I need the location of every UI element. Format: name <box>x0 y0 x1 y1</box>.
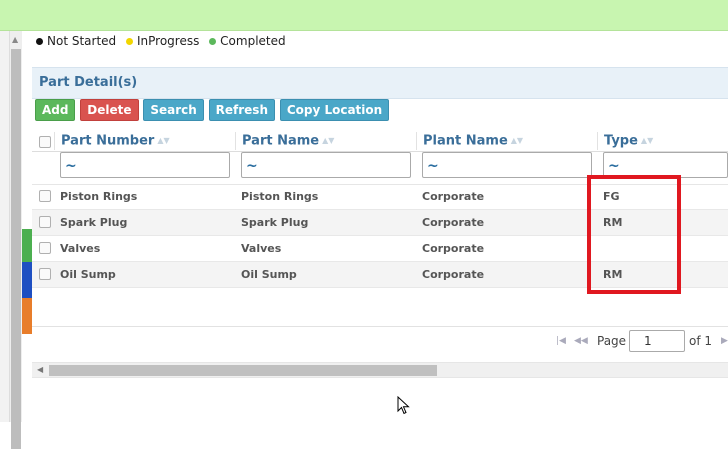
inprogress-dot-icon <box>125 37 133 45</box>
status-legend: Not Started InProgress Completed <box>36 34 292 48</box>
legend-not-started: Not Started <box>36 34 116 48</box>
not-started-dot-icon <box>36 37 43 45</box>
part-number-cell: Oil Sump <box>60 268 116 281</box>
vertical-scroll-thumb[interactable] <box>11 49 21 449</box>
part-number-cell: Valves <box>60 242 101 255</box>
row-checkbox[interactable] <box>39 242 51 254</box>
part-number-filter-input[interactable]: ~ <box>60 152 230 178</box>
search-button[interactable]: Search <box>143 99 204 121</box>
plant-name-cell: Corporate <box>422 216 485 229</box>
copy-location-button[interactable]: Copy Location <box>279 99 390 121</box>
vertical-scrollbar[interactable]: ▲ <box>10 31 22 449</box>
sort-icon[interactable]: ▲▼ <box>641 136 653 145</box>
row-status-valves <box>22 229 32 262</box>
row-status-oil-sump <box>22 262 32 298</box>
scroll-left-icon[interactable]: ◀ <box>37 365 43 374</box>
sort-icon[interactable]: ▲▼ <box>157 136 169 145</box>
column-header-type[interactable]: Type ▲▼ <box>597 132 728 150</box>
part-number-cell: Spark Plug <box>60 216 128 229</box>
horizontal-scroll-thumb[interactable] <box>49 365 437 376</box>
part-name-cell: Piston Rings <box>241 190 319 203</box>
part-number-cell: Piston Rings <box>60 190 138 203</box>
panel-header: Part Detail(s) <box>32 67 728 99</box>
plant-name-cell: Corporate <box>422 268 485 281</box>
next-page-icon[interactable]: ▶ <box>721 336 728 346</box>
plant-name-cell: Corporate <box>422 242 485 255</box>
row-checkbox[interactable] <box>39 216 51 228</box>
toolbar: Add Delete Search Refresh Copy Location <box>35 99 390 121</box>
select-all-checkbox[interactable] <box>39 136 51 148</box>
legend-completed: Completed <box>209 34 286 48</box>
row-checkbox[interactable] <box>39 190 51 202</box>
plant-name-cell: Corporate <box>422 190 485 203</box>
prev-page-icon[interactable]: ◀◀ <box>574 336 588 346</box>
part-name-cell: Spark Plug <box>241 216 309 229</box>
column-header-part-number[interactable]: Part Number ▲▼ <box>54 132 235 150</box>
pager: |◀ ◀◀ Page 1 of 1 ▶ <box>32 326 728 357</box>
column-header-part-name[interactable]: Part Name ▲▼ <box>235 132 416 150</box>
panel-title: Part Detail(s) <box>39 75 138 90</box>
plant-name-filter-input[interactable]: ~ <box>422 152 592 178</box>
page-label: Page <box>597 334 627 348</box>
sort-icon[interactable]: ▲▼ <box>511 136 523 145</box>
scroll-up-icon[interactable]: ▲ <box>12 35 18 44</box>
first-page-icon[interactable]: |◀ <box>556 336 566 346</box>
top-bar <box>0 0 728 31</box>
completed-dot-icon <box>209 37 217 45</box>
left-gutter <box>0 31 10 422</box>
type-column-highlight <box>587 175 681 294</box>
row-status-extra <box>22 298 32 334</box>
page-number-input[interactable]: 1 <box>629 330 685 352</box>
part-name-cell: Oil Sump <box>241 268 297 281</box>
legend-inprogress: InProgress <box>125 34 199 48</box>
add-button[interactable]: Add <box>35 99 76 121</box>
delete-button[interactable]: Delete <box>80 99 139 121</box>
refresh-button[interactable]: Refresh <box>208 99 275 121</box>
row-checkbox[interactable] <box>39 268 51 280</box>
column-header-plant-name[interactable]: Plant Name ▲▼ <box>416 132 597 150</box>
part-name-filter-input[interactable]: ~ <box>241 152 411 178</box>
horizontal-scrollbar[interactable]: ◀ <box>32 362 728 378</box>
sort-icon[interactable]: ▲▼ <box>322 136 334 145</box>
mouse-cursor-icon <box>397 396 410 415</box>
page-count-label: of 1 <box>689 334 713 348</box>
part-name-cell: Valves <box>241 242 282 255</box>
grid-header: Part Number ▲▼ Part Name ▲▼ Plant Name ▲▼ T… <box>32 131 728 152</box>
